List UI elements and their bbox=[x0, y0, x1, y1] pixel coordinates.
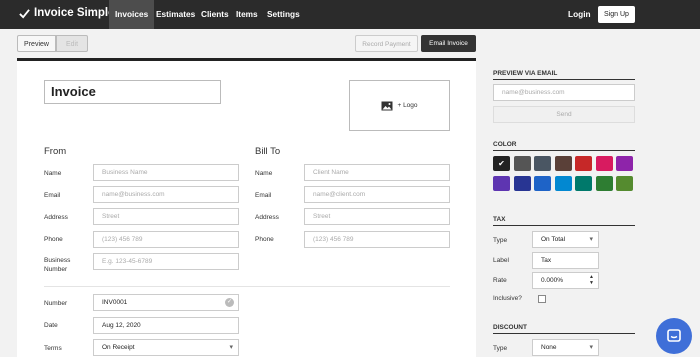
bill-to-heading: Bill To bbox=[255, 146, 281, 157]
invoice-paper: Invoice + Logo From Name Business Name E… bbox=[17, 58, 476, 357]
preview-email-rule bbox=[493, 79, 635, 80]
nav-settings[interactable]: Settings bbox=[261, 0, 306, 29]
bill-to-email-label: Email bbox=[255, 192, 272, 199]
bill-to-name-field[interactable]: Client Name bbox=[304, 164, 450, 181]
invoice-number-field[interactable]: INV0001 ✓ bbox=[93, 294, 239, 311]
login-link[interactable]: Login bbox=[568, 0, 591, 29]
tax-type-label: Type bbox=[493, 237, 508, 244]
bill-to-name-label: Name bbox=[255, 170, 273, 177]
tax-rate-input[interactable]: 0.000% ▲ ▼ bbox=[532, 272, 599, 289]
top-navbar: Invoice Simple Invoices Estimates Client… bbox=[0, 0, 700, 29]
tax-type-value: On Total bbox=[541, 236, 566, 243]
invoice-title-input[interactable]: Invoice bbox=[44, 80, 221, 104]
discount-type-select[interactable]: None ▾ bbox=[532, 339, 599, 356]
date-label: Date bbox=[44, 322, 58, 329]
record-payment-button[interactable]: Record Payment bbox=[355, 35, 418, 52]
color-swatch[interactable] bbox=[554, 176, 572, 191]
terms-value: On Receipt bbox=[102, 344, 135, 351]
tax-label-input[interactable]: Tax bbox=[532, 252, 599, 269]
brand-name: Invoice Simple bbox=[34, 7, 115, 19]
logo-label: + Logo bbox=[397, 102, 418, 109]
color-swatch[interactable] bbox=[554, 156, 572, 171]
date-field[interactable]: Aug 12, 2020 bbox=[93, 317, 239, 334]
nav-estimates[interactable]: Estimates bbox=[150, 0, 201, 29]
invoice-number-value: INV0001 bbox=[102, 299, 128, 306]
inclusive-checkbox[interactable] bbox=[538, 295, 546, 303]
nav-invoices[interactable]: Invoices bbox=[109, 0, 155, 29]
inclusive-label: Inclusive? bbox=[493, 295, 522, 302]
bill-to-phone-label: Phone bbox=[255, 236, 274, 243]
add-logo-button[interactable]: + Logo bbox=[349, 80, 450, 131]
from-address-field[interactable]: Street bbox=[93, 208, 239, 225]
send-button[interactable]: Send bbox=[493, 106, 635, 123]
section-divider bbox=[44, 286, 450, 287]
discount-rule bbox=[493, 333, 635, 334]
spinner-arrows-icon[interactable]: ▲ ▼ bbox=[589, 274, 594, 286]
color-swatch[interactable] bbox=[575, 176, 592, 191]
tax-label-label: Label bbox=[493, 257, 509, 264]
tax-type-select[interactable]: On Total ▾ bbox=[532, 231, 599, 248]
preview-email-heading: PREVIEW VIA EMAIL bbox=[493, 70, 558, 77]
color-swatch[interactable] bbox=[595, 156, 613, 171]
color-swatch[interactable] bbox=[513, 156, 531, 171]
color-swatch[interactable] bbox=[534, 176, 551, 191]
color-swatch[interactable] bbox=[616, 156, 633, 171]
bill-to-address-field[interactable]: Street bbox=[304, 208, 450, 225]
color-swatch[interactable] bbox=[534, 156, 551, 171]
color-swatch[interactable]: ✔ bbox=[493, 156, 510, 171]
brand-logo[interactable]: Invoice Simple bbox=[19, 7, 115, 19]
color-swatch[interactable] bbox=[575, 156, 592, 171]
from-email-label: Email bbox=[44, 192, 61, 199]
from-email-field[interactable]: name@business.com bbox=[93, 186, 239, 203]
terms-select[interactable]: On Receipt ▾ bbox=[93, 339, 239, 356]
signup-button[interactable]: Sign Up bbox=[598, 6, 635, 23]
discount-type-label: Type bbox=[493, 345, 508, 352]
color-swatch[interactable] bbox=[616, 176, 633, 191]
business-number-label-line1: Business bbox=[44, 257, 71, 264]
color-heading: COLOR bbox=[493, 141, 517, 148]
from-heading: From bbox=[44, 146, 67, 157]
bill-to-phone-field[interactable]: (123) 456 789 bbox=[304, 231, 450, 248]
tax-rate-value: 0.000% bbox=[541, 277, 564, 284]
preview-email-input[interactable]: name@business.com bbox=[493, 84, 635, 101]
chevron-down-icon: ▾ bbox=[589, 236, 593, 243]
from-name-label: Name bbox=[44, 170, 62, 177]
email-invoice-button[interactable]: Email Invoice bbox=[421, 35, 476, 52]
nav-items[interactable]: Items bbox=[230, 0, 264, 29]
discount-heading: DISCOUNT bbox=[493, 324, 527, 331]
chat-support-button[interactable] bbox=[656, 318, 692, 354]
from-phone-field[interactable]: (123) 456 789 bbox=[93, 231, 239, 248]
color-swatch[interactable] bbox=[493, 176, 510, 191]
chevron-down-icon: ▾ bbox=[229, 344, 233, 351]
image-icon bbox=[381, 101, 393, 110]
chevron-down-icon: ▾ bbox=[589, 344, 593, 351]
preview-button[interactable]: Preview bbox=[17, 35, 56, 52]
discount-type-value: None bbox=[541, 344, 557, 351]
bill-to-email-field[interactable]: name@client.com bbox=[304, 186, 450, 203]
number-label: Number bbox=[44, 300, 68, 307]
terms-label: Terms bbox=[44, 345, 62, 352]
selected-check-icon: ✔ bbox=[498, 159, 505, 168]
edit-button[interactable]: Edit bbox=[56, 35, 88, 52]
from-address-label: Address bbox=[44, 214, 68, 221]
tax-rule bbox=[493, 225, 635, 226]
bill-to-address-label: Address bbox=[255, 214, 279, 221]
color-swatch[interactable] bbox=[595, 176, 613, 191]
checkmark-icon bbox=[19, 8, 30, 19]
chat-icon bbox=[667, 329, 681, 342]
nav-clients[interactable]: Clients bbox=[195, 0, 235, 29]
business-number-field[interactable]: E.g. 123-45-6789 bbox=[93, 253, 239, 270]
tax-heading: TAX bbox=[493, 216, 506, 223]
from-name-field[interactable]: Business Name bbox=[93, 164, 239, 181]
from-phone-label: Phone bbox=[44, 236, 63, 243]
business-number-label-line2: Number bbox=[44, 266, 68, 273]
tax-rate-label: Rate bbox=[493, 277, 507, 284]
check-circle-icon: ✓ bbox=[225, 298, 234, 307]
color-swatch[interactable] bbox=[513, 176, 531, 191]
color-rule bbox=[493, 150, 635, 151]
